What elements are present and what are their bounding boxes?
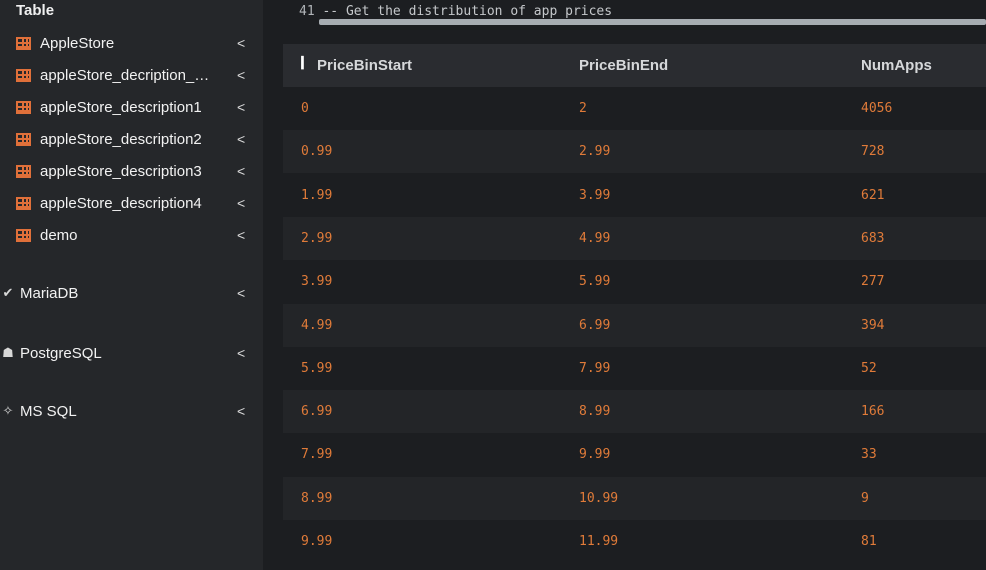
sidebar-item-mssql[interactable]: ✧ MS SQL < (0, 398, 263, 428)
table-row[interactable]: 2.99 4.99 683 (283, 216, 986, 260)
postgresql-icon: ☗ (2, 345, 14, 360)
table-icon (16, 37, 31, 50)
sidebar-item-label: appleStore_description1 (40, 99, 202, 116)
table-cell: 9.99 (301, 534, 333, 549)
table-cell: 9.99 (579, 447, 611, 463)
table-icon (16, 197, 31, 210)
sidebar: Table AppleStore < appleStore_decription… (0, 0, 263, 570)
sidebar-item-label: PostgreSQL (20, 345, 102, 362)
table-cell: 8.99 (579, 404, 611, 420)
table-icon (16, 133, 31, 146)
table-cell: 0.99 (301, 144, 333, 160)
column-header-pricebinend[interactable]: PriceBinEnd (579, 57, 668, 74)
table-cell: 621 (861, 187, 885, 203)
chevron-left-icon[interactable]: < (237, 131, 245, 147)
table-row[interactable]: 0.99 2.99 728 (283, 130, 986, 174)
table-cell: 33 (861, 447, 877, 463)
main-panel: 41 -- Get the distribution of app prices… (263, 0, 986, 570)
table-row[interactable]: 6.99 8.99 166 (283, 390, 986, 434)
table-cell: 6.99 (579, 317, 611, 333)
sidebar-heading: Table (16, 2, 55, 19)
sidebar-item-mariadb[interactable]: ✔ MariaDB < (0, 280, 263, 310)
sidebar-item-label: demo (40, 227, 78, 244)
mssql-icon: ✧ (2, 403, 14, 418)
table-cell: 5.99 (579, 274, 611, 290)
sidebar-item-label: appleStore_description4 (40, 195, 202, 212)
table-row[interactable]: 4.99 6.99 394 (283, 303, 986, 347)
chevron-left-icon[interactable]: < (237, 227, 245, 243)
chevron-left-icon[interactable]: < (237, 35, 245, 51)
table-cell: 5.99 (301, 360, 333, 376)
sidebar-item-applestore-description1[interactable]: appleStore_description1 < (0, 94, 263, 124)
chevron-left-icon[interactable]: < (237, 163, 245, 179)
table-cell: 683 (861, 230, 885, 246)
sidebar-item-applestore-decription[interactable]: appleStore_decription_… < (0, 62, 263, 92)
sidebar-item-applestore-description4[interactable]: appleStore_description4 < (0, 190, 263, 220)
table-row[interactable]: 1.99 3.99 621 (283, 173, 986, 217)
table-cell: 728 (861, 144, 885, 160)
sidebar-item-demo[interactable]: demo < (0, 222, 263, 252)
column-header-numapps[interactable]: NumApps (861, 57, 932, 74)
table-cell: 9 (861, 490, 869, 506)
table-cell: 81 (861, 534, 877, 549)
sidebar-item-applestore-description3[interactable]: appleStore_description3 < (0, 158, 263, 188)
table-cell: 166 (861, 404, 885, 420)
sidebar-item-postgresql[interactable]: ☗ PostgreSQL < (0, 340, 263, 370)
table-icon (16, 165, 31, 178)
table-cell: 4.99 (579, 230, 611, 246)
table-row[interactable]: 5.99 7.99 52 (283, 346, 986, 390)
table-cell: 1.99 (301, 187, 333, 203)
table-cell: 6.99 (301, 404, 333, 420)
query-comment: -- Get the distribution of app prices (322, 4, 613, 19)
table-row[interactable]: 7.99 9.99 33 (283, 433, 986, 477)
chevron-left-icon[interactable]: < (237, 345, 245, 361)
table-cell: 0 (301, 101, 309, 116)
table-cell: 277 (861, 274, 885, 290)
sort-indicator-icon[interactable]: ❙ (297, 54, 308, 70)
table-cell: 2 (579, 101, 587, 116)
sidebar-item-applestore-description2[interactable]: appleStore_description2 < (0, 126, 263, 156)
sidebar-item-label: appleStore_decription_… (40, 67, 210, 84)
query-line: 41 -- Get the distribution of app prices (299, 4, 612, 19)
horizontal-scrollbar[interactable] (319, 19, 986, 25)
table-cell: 4.99 (301, 317, 333, 333)
table-cell: 8.99 (301, 490, 333, 506)
chevron-left-icon[interactable]: < (237, 67, 245, 83)
table-row[interactable]: 8.99 10.99 9 (283, 476, 986, 520)
table-cell: 4056 (861, 101, 893, 116)
chevron-left-icon[interactable]: < (237, 403, 245, 419)
chevron-left-icon[interactable]: < (237, 285, 245, 301)
chevron-left-icon[interactable]: < (237, 99, 245, 115)
table-cell: 3.99 (301, 274, 333, 290)
sidebar-item-label: MS SQL (20, 403, 77, 420)
chevron-left-icon[interactable]: < (237, 195, 245, 211)
table-cell: 52 (861, 360, 877, 376)
line-number: 41 (299, 4, 315, 19)
table-row[interactable]: 9.99 11.99 81 (283, 520, 986, 563)
sidebar-item-applestore[interactable]: AppleStore < (0, 30, 263, 60)
mariadb-icon: ✔ (2, 285, 14, 300)
sidebar-item-label: appleStore_description3 (40, 163, 202, 180)
sidebar-item-label: appleStore_description2 (40, 131, 202, 148)
sidebar-item-label: MariaDB (20, 285, 79, 302)
table-cell: 2.99 (301, 230, 333, 246)
table-cell: 394 (861, 317, 885, 333)
table-icon (16, 69, 31, 82)
table-row[interactable]: 0 2 4056 (283, 87, 986, 130)
query-editor[interactable]: 41 -- Get the distribution of app prices (263, 0, 986, 28)
table-cell: 11.99 (579, 534, 619, 549)
table-icon (16, 229, 31, 242)
table-cell: 7.99 (579, 360, 611, 376)
table-cell: 2.99 (579, 144, 611, 160)
table-cell: 10.99 (579, 490, 619, 506)
table-cell: 3.99 (579, 187, 611, 203)
table-cell: 7.99 (301, 447, 333, 463)
column-header-pricebinstart[interactable]: PriceBinStart (317, 57, 412, 74)
sidebar-item-label: AppleStore (40, 35, 115, 52)
table-row[interactable]: 3.99 5.99 277 (283, 260, 986, 304)
results-header: ❙ PriceBinStart PriceBinEnd NumApps (283, 44, 986, 87)
table-icon (16, 101, 31, 114)
